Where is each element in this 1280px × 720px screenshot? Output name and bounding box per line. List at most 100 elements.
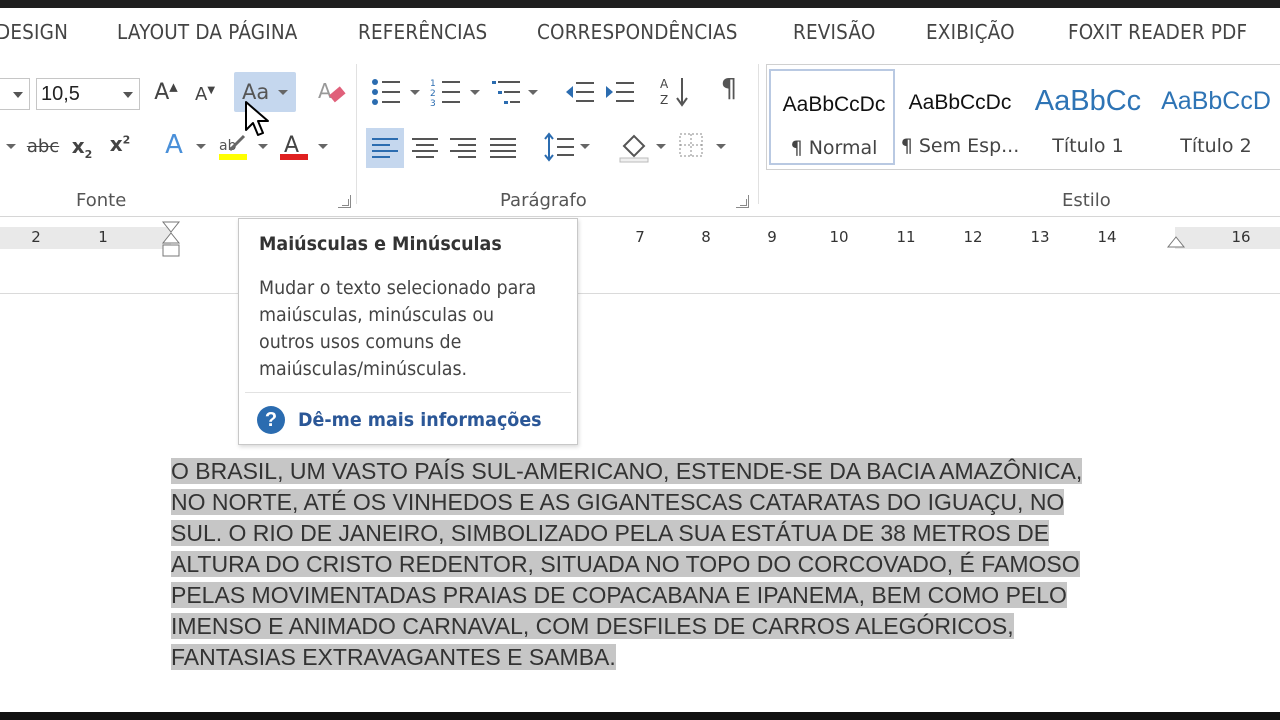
borders-button[interactable] — [678, 132, 706, 160]
tab-foxit-reader-pdf[interactable]: FOXIT READER PDF — [1068, 20, 1247, 44]
clear-formatting-button[interactable]: A — [316, 76, 348, 110]
font-size-combo[interactable]: 10,5 — [36, 78, 140, 110]
ruler-number: 1 — [98, 228, 108, 246]
style-preview: AaBbCcD — [1161, 87, 1271, 115]
styles-group-label: Estilo — [1062, 190, 1111, 211]
ruler-number: 16 — [1231, 228, 1251, 246]
increase-indent-button[interactable] — [604, 76, 636, 108]
ruler-number: 11 — [896, 228, 916, 246]
font-group-label: Fonte — [76, 190, 127, 211]
line-spacing-icon — [544, 132, 574, 162]
chevron-down-icon[interactable] — [410, 90, 420, 95]
text-effects-button[interactable]: A — [160, 130, 188, 160]
decrease-indent-button[interactable] — [564, 76, 596, 108]
text-line: IMENSO E ANIMADO CARNAVAL, COM DESFILES … — [171, 613, 1014, 639]
window-top-strip — [0, 0, 1280, 8]
chevron-down-icon[interactable] — [196, 144, 206, 149]
chevron-down-icon — [278, 90, 288, 95]
multilevel-list-button[interactable] — [490, 76, 524, 108]
decrease-indent-icon — [566, 82, 594, 102]
chevron-down-icon[interactable] — [656, 144, 666, 149]
group-divider — [758, 64, 759, 204]
chevron-down-icon[interactable] — [580, 144, 590, 149]
font-name-combo[interactable] — [0, 78, 30, 110]
shading-button[interactable] — [618, 130, 652, 164]
font-dialog-launcher[interactable] — [338, 195, 351, 208]
chevron-down-icon[interactable] — [258, 144, 268, 149]
ribbon-tabs: DESIGN LAYOUT DA PÁGINA REFERÊNCIAS CORR… — [0, 8, 1280, 54]
chevron-down-icon[interactable] — [318, 144, 328, 149]
indent-marker-icon[interactable] — [160, 219, 182, 259]
tab-design[interactable]: DESIGN — [0, 20, 68, 44]
ruler-number: 12 — [963, 228, 983, 246]
ruler-number: 7 — [635, 228, 645, 246]
borders-icon — [679, 133, 703, 157]
shrink-font-button[interactable]: A▼ — [192, 84, 218, 105]
subscript-button[interactable]: x2 — [68, 134, 96, 161]
line-spacing-button[interactable] — [542, 130, 576, 164]
style-name: ¶ Sem Esp... — [900, 135, 1020, 157]
show-formatting-marks-button[interactable]: ¶ — [716, 74, 742, 104]
chevron-down-icon[interactable] — [716, 144, 726, 149]
horizontal-ruler: 2 1 7 8 9 10 11 12 13 14 16 — [0, 217, 1280, 294]
style-name: ¶ Normal — [790, 137, 878, 159]
right-indent-marker-icon[interactable] — [1166, 233, 1186, 249]
styles-gallery: AaBbCcDc ¶ Normal AaBbCcDc ¶ Sem Esp... … — [766, 64, 1280, 170]
text-line: ALTURA DO CRISTO REDENTOR, SITUADA NO TO… — [171, 551, 1080, 577]
font-color-icon: A — [280, 133, 308, 160]
style-name: Título 2 — [1180, 135, 1252, 157]
tab-referencias[interactable]: REFERÊNCIAS — [358, 20, 487, 44]
ruler-number: 2 — [31, 228, 41, 246]
numbering-button[interactable]: 123 — [430, 76, 462, 109]
tab-revisao[interactable]: REVISÃO — [793, 20, 875, 44]
tab-exibicao[interactable]: EXIBIÇÃO — [926, 20, 1015, 44]
style-name: Título 1 — [1052, 135, 1124, 157]
sort-button[interactable]: AZ — [660, 74, 690, 108]
tab-layout-da-pagina[interactable]: LAYOUT DA PÁGINA — [117, 20, 298, 44]
align-left-button[interactable] — [366, 128, 404, 168]
document-page[interactable]: O BRASIL, UM VASTO PAÍS SUL-AMERICANO, E… — [0, 294, 1280, 712]
grow-font-button[interactable]: A▲ — [152, 80, 180, 105]
bullets-button[interactable] — [370, 76, 402, 108]
selected-paragraph[interactable]: O BRASIL, UM VASTO PAÍS SUL-AMERICANO, E… — [171, 456, 1171, 673]
ruler-number: 10 — [829, 228, 849, 246]
align-center-button[interactable] — [410, 130, 440, 164]
eraser-icon: A — [318, 79, 346, 103]
text-line: FANTASIAS EXTRAVAGANTES E SAMBA. — [171, 644, 616, 670]
svg-text:A: A — [660, 77, 669, 91]
font-size-value: 10,5 — [41, 83, 80, 105]
style-titulo-1[interactable]: AaBbCc Título 1 — [1025, 69, 1151, 165]
numbered-list-icon: 123 — [430, 79, 460, 109]
chevron-down-icon[interactable] — [528, 90, 538, 95]
tab-correspondencias[interactable]: CORRESPONDÊNCIAS — [537, 20, 738, 44]
text-line: PELAS MOVIMENTADAS PRAIAS DE COPACABANA … — [171, 582, 1067, 608]
align-right-button[interactable] — [448, 130, 478, 164]
svg-text:3: 3 — [430, 99, 436, 108]
tooltip-body: Mudar o texto selecionado para maiúscula… — [259, 277, 537, 380]
chevron-down-icon[interactable] — [6, 144, 16, 149]
svg-text:A: A — [318, 79, 332, 103]
group-divider — [356, 64, 357, 204]
ruler-number: 13 — [1030, 228, 1050, 246]
superscript-button[interactable]: x2 — [106, 132, 134, 156]
font-color-button[interactable]: A — [278, 130, 310, 162]
chevron-down-icon[interactable] — [470, 90, 480, 95]
ruler-number: 14 — [1097, 228, 1117, 246]
style-titulo-2[interactable]: AaBbCcD Título 2 — [1153, 69, 1279, 165]
more-info-link[interactable]: Dê-me mais informações — [298, 409, 542, 431]
tooltip-divider — [245, 392, 571, 393]
strikethrough-button[interactable]: abc — [26, 136, 60, 157]
help-icon[interactable]: ? — [257, 406, 285, 434]
svg-text:Z: Z — [660, 93, 668, 107]
svg-text:1: 1 — [430, 79, 436, 89]
sort-icon: AZ — [660, 77, 688, 107]
paragraph-dialog-launcher[interactable] — [736, 195, 749, 208]
text-line: NO NORTE, ATÉ OS VINHEDOS E AS GIGANTESC… — [171, 489, 1065, 515]
justify-button[interactable] — [488, 130, 518, 164]
style-sem-espacamento[interactable]: AaBbCcDc ¶ Sem Esp... — [897, 69, 1023, 165]
style-normal[interactable]: AaBbCcDc ¶ Normal — [769, 69, 895, 165]
style-preview: AaBbCcDc — [908, 91, 1012, 114]
multilevel-list-icon — [492, 81, 520, 104]
ruler-number: 9 — [767, 228, 777, 246]
svg-text:2: 2 — [430, 89, 436, 99]
